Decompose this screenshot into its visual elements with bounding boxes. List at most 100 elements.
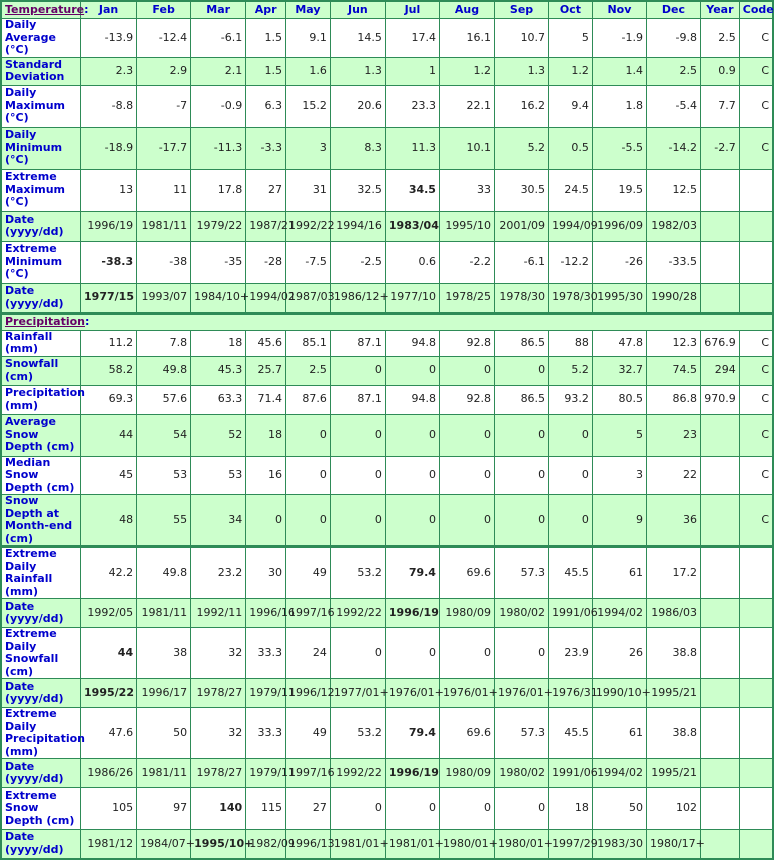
value-cell: 1978/27 bbox=[190, 678, 247, 708]
row-label: Rainfall (mm) bbox=[0, 329, 82, 357]
table-row: Extreme Daily Rainfall (mm) 42.2 49.8 23.2 3… bbox=[0, 546, 774, 599]
value-cell: 140 bbox=[190, 787, 247, 830]
row-label: Extreme Minimum (°C) bbox=[0, 240, 82, 284]
value-cell: 1983/30 bbox=[591, 829, 647, 859]
month-header: May bbox=[284, 0, 331, 19]
value-cell: 2.5 bbox=[284, 355, 331, 386]
value-cell: 1.3 bbox=[494, 56, 550, 86]
precipitation-section-link[interactable]: Precipitation bbox=[5, 315, 85, 328]
value-cell: 23.3 bbox=[384, 84, 440, 128]
value-cell: 1.6 bbox=[284, 56, 331, 86]
value-cell: 79.4 bbox=[384, 707, 440, 759]
value-cell: 12.5 bbox=[645, 168, 702, 212]
value-cell: 0 bbox=[548, 413, 593, 457]
value-cell: -9.8 bbox=[645, 18, 702, 58]
value-cell: 12.3 bbox=[645, 329, 702, 357]
code-cell: C bbox=[738, 329, 774, 357]
value-cell: 1.4 bbox=[591, 56, 647, 86]
value-cell: 1995/30 bbox=[591, 282, 647, 315]
value-cell: 1991/06 bbox=[548, 598, 598, 628]
value-cell: 10.7 bbox=[494, 18, 550, 58]
value-cell: 86.8 bbox=[645, 384, 702, 415]
table-row: Extreme Daily Precipitation (mm) 47.6 50 32… bbox=[0, 707, 774, 759]
value-cell: 0 bbox=[438, 494, 496, 548]
value-cell: 1.3 bbox=[329, 56, 386, 86]
value-cell: 1.5 bbox=[245, 18, 286, 58]
temperature-section-link[interactable]: Temperature bbox=[5, 3, 84, 16]
row-label: Date (yyyy/dd) bbox=[0, 598, 82, 628]
value-cell: 1980/02 bbox=[494, 598, 550, 628]
row-label: Standard Deviation bbox=[0, 56, 82, 86]
value-cell: 0 bbox=[438, 627, 496, 679]
value-cell: 1981/11 bbox=[136, 758, 192, 788]
value-cell: 74.5 bbox=[645, 355, 702, 386]
value-cell: 1981/01+ bbox=[384, 829, 444, 859]
value-cell: 1984/10+ bbox=[190, 282, 249, 315]
precipitation-section-heading: Precipitation: bbox=[0, 311, 774, 331]
value-cell: 36 bbox=[645, 494, 702, 548]
value-cell: 30 bbox=[245, 546, 286, 599]
code-cell bbox=[738, 707, 774, 759]
value-cell: 33.3 bbox=[245, 707, 286, 759]
value-cell: 80.5 bbox=[591, 384, 647, 415]
value-cell: 47.6 bbox=[80, 707, 138, 759]
value-cell: -38 bbox=[136, 240, 192, 284]
month-header: Jul bbox=[384, 0, 440, 19]
value-cell: 30.5 bbox=[494, 168, 550, 212]
row-label: Date (yyyy/dd) bbox=[0, 758, 82, 788]
table-row: Precipitation (mm) 69.3 57.6 63.3 71.4 87.6 87… bbox=[0, 384, 774, 415]
value-cell: 44 bbox=[80, 413, 138, 457]
value-cell: 1986/12+ bbox=[329, 282, 389, 315]
value-cell: 45.6 bbox=[245, 329, 286, 357]
month-header: Jan bbox=[80, 0, 138, 19]
value-cell: 49 bbox=[284, 707, 331, 759]
precipitation-header-row: Precipitation: bbox=[0, 311, 774, 331]
table-row: Date (yyyy/dd) 1992/05 1981/11 1992/11 1996/… bbox=[0, 598, 774, 628]
value-cell: 1981/11 bbox=[136, 598, 192, 628]
row-label: Snow Depth at Month-end (cm) bbox=[0, 494, 82, 548]
value-cell: 45 bbox=[80, 455, 138, 495]
value-cell: 92.8 bbox=[438, 329, 496, 357]
value-cell: 18 bbox=[190, 329, 247, 357]
value-cell: -2.2 bbox=[438, 240, 496, 284]
value-cell: 1978/30 bbox=[548, 282, 598, 315]
value-cell: 49.8 bbox=[136, 546, 192, 599]
value-cell: 17.4 bbox=[384, 18, 440, 58]
value-cell: 57.3 bbox=[494, 546, 550, 599]
table-row: Extreme Daily Snowfall (cm) 44 38 32 33.3 24 0… bbox=[0, 627, 774, 679]
value-cell: -26 bbox=[591, 240, 647, 284]
value-cell: 1996/19 bbox=[384, 598, 440, 628]
value-cell: 1.8 bbox=[591, 84, 647, 128]
value-cell: 31 bbox=[284, 168, 331, 212]
code-cell: C bbox=[738, 413, 774, 457]
value-cell: -28 bbox=[245, 240, 286, 284]
value-cell: -33.5 bbox=[645, 240, 702, 284]
value-cell: 102 bbox=[645, 787, 702, 830]
value-cell: 45.5 bbox=[548, 546, 593, 599]
value-cell: -0.9 bbox=[190, 84, 247, 128]
value-cell: -7 bbox=[136, 84, 192, 128]
code-cell bbox=[738, 240, 774, 284]
value-cell: 0 bbox=[284, 413, 331, 457]
value-cell: 3 bbox=[591, 455, 647, 495]
value-cell: 54 bbox=[136, 413, 192, 457]
value-cell: 1994/09 bbox=[548, 210, 598, 242]
value-cell: 1996/19 bbox=[384, 758, 440, 788]
value-cell: 94.8 bbox=[384, 384, 440, 415]
value-cell: 25.7 bbox=[245, 355, 286, 386]
year-cell: 7.7 bbox=[700, 84, 740, 128]
row-label: Daily Minimum (°C) bbox=[0, 126, 82, 170]
code-cell: C bbox=[738, 84, 774, 128]
precipitation-section-header: Precipitation: bbox=[0, 311, 774, 331]
value-cell: 19.5 bbox=[591, 168, 647, 212]
code-cell: C bbox=[738, 56, 774, 86]
value-cell: 11 bbox=[136, 168, 192, 212]
code-cell bbox=[738, 546, 774, 599]
value-cell: 22 bbox=[645, 455, 702, 495]
value-cell: 1980/01+ bbox=[494, 829, 553, 859]
row-label: Extreme Snow Depth (cm) bbox=[0, 787, 82, 830]
value-cell: 1976/01+ bbox=[438, 678, 498, 708]
value-cell: 1980/09 bbox=[438, 758, 496, 788]
value-cell: 38.8 bbox=[645, 627, 702, 679]
value-cell: 1992/22 bbox=[329, 598, 386, 628]
